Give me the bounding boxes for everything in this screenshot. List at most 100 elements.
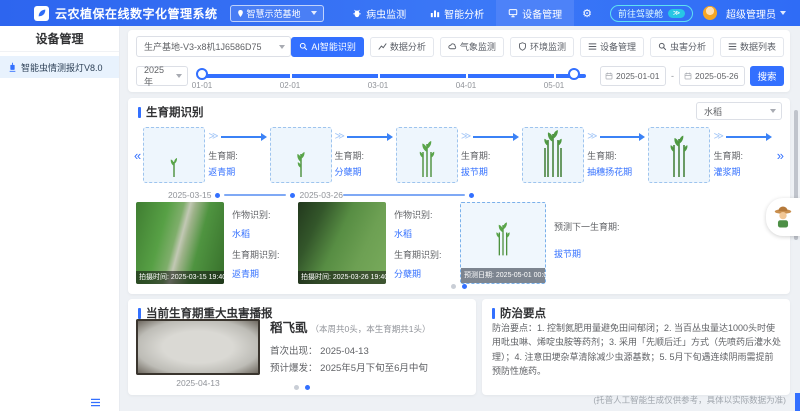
stage-link[interactable]: 分蘖期 <box>335 165 393 178</box>
base-select[interactable]: 智慧示范基地 <box>230 5 324 22</box>
double-chevron-icon: ≫ <box>461 132 471 142</box>
timeline-line <box>224 194 286 196</box>
stage-image-card[interactable] <box>396 127 458 183</box>
env-monitor-button[interactable]: 环境监测 <box>510 37 574 57</box>
weather-monitor-button[interactable]: 气象监测 <box>440 37 504 57</box>
data-analysis-button[interactable]: 数据分析 <box>370 37 434 57</box>
double-chevron-icon: ≫ <box>587 132 597 142</box>
control-section-title: 防治要点 <box>492 305 546 321</box>
capture-photo[interactable]: 拍摄时间: 2025-03-15 19:40 <box>136 202 224 284</box>
range-separator: - <box>671 71 674 81</box>
prediction-stage-link[interactable]: 拔节期 <box>554 247 684 260</box>
stage-image-card[interactable] <box>143 127 205 183</box>
stage-link[interactable]: 返青期 <box>232 267 290 280</box>
nav-item-pest-monitor[interactable]: 病虫监测 <box>340 0 418 26</box>
carousel-prev-icon[interactable]: « <box>132 148 143 163</box>
stage-label: 生育期: <box>587 149 645 162</box>
prediction-info: 预测下一生育期: 拔节期 <box>554 202 684 284</box>
device-select[interactable]: 生产基地-V3-x8机1J6586D75 <box>136 36 291 57</box>
pest-trap-photo[interactable] <box>136 319 260 375</box>
stage-link[interactable]: 灌浆期 <box>713 165 771 178</box>
ai-recognition-button[interactable]: AI智能识别 <box>291 37 364 57</box>
prediction-card[interactable]: 预测日期: 2025-05-01 00:00 <box>460 202 546 284</box>
arrow-icon <box>600 136 641 138</box>
farmer-avatar-icon <box>772 204 794 230</box>
end-date-value: 2025-05-26 <box>695 71 738 81</box>
user-menu[interactable]: 超级管理员 <box>703 6 786 21</box>
cockpit-button[interactable]: 前往驾驶舱 ≫ <box>610 5 693 22</box>
prediction-label: 预测下一生育期: <box>554 220 684 233</box>
chevron-down-icon <box>311 11 317 15</box>
assistant-widget[interactable] <box>766 198 800 236</box>
start-date-input[interactable]: 2025-01-01 <box>600 66 666 86</box>
pest-analysis-button[interactable]: 虫害分析 <box>650 37 714 57</box>
sidebar-title: 设备管理 <box>0 26 119 52</box>
sidebar-item-pest-lamp[interactable]: 智能虫情测报灯V8.0 <box>0 56 119 78</box>
stage-link[interactable]: 拔节期 <box>461 165 519 178</box>
stage-transition: ≫ 生育期: 抽穗扬花期 <box>584 132 648 178</box>
stage-image-card[interactable] <box>522 127 584 183</box>
data-list-button[interactable]: 数据列表 <box>720 37 784 57</box>
calendar-icon <box>684 72 692 80</box>
magnifier-icon <box>299 42 308 51</box>
magnifier-icon <box>658 42 667 51</box>
slider-fill <box>202 74 586 78</box>
list-icon <box>588 42 597 51</box>
arrow-icon <box>347 136 388 138</box>
stage-link[interactable]: 返青期 <box>208 165 266 178</box>
pagination-dot[interactable] <box>294 385 299 390</box>
end-date-input[interactable]: 2025-05-26 <box>679 66 745 86</box>
top-navbar: 云农植保在线数字化管理系统 智慧示范基地 病虫监测 智能分析 设备管理 ⚙ 前往… <box>0 0 800 26</box>
year-select-value: 2025年 <box>144 65 171 88</box>
chart-icon <box>430 8 440 18</box>
control-points-card: 防治要点 防治要点：1. 控制氮肥用量避免田间郁闭；2. 当百丛虫量达1000头… <box>482 299 790 395</box>
button-label: 数据列表 <box>740 40 776 53</box>
gear-icon[interactable]: ⚙ <box>574 7 600 20</box>
sidebar: 设备管理 智能虫情测报灯V8.0 <box>0 26 120 411</box>
stage-transition: ≫ 生育期: 灌浆期 <box>710 132 774 178</box>
user-name: 超级管理员 <box>726 6 776 21</box>
control-text: 防治要点：1. 控制氮肥用量避免田间郁闭；2. 当百丛虫量达1000头时使用吡虫… <box>492 321 782 379</box>
search-button[interactable]: 搜索 <box>750 66 784 86</box>
carousel-next-icon[interactable]: » <box>775 148 786 163</box>
arrow-icon <box>221 136 262 138</box>
plant-stage-image <box>292 146 310 178</box>
stage-label: 生育期: <box>713 149 771 162</box>
capture-photo[interactable]: 拍摄时间: 2025-03-26 19:40 <box>298 202 386 284</box>
stage-image-card[interactable] <box>270 127 332 183</box>
crop-link[interactable]: 水稻 <box>232 227 290 240</box>
cockpit-toggle[interactable]: ≫ <box>668 9 685 18</box>
pagination-dot-active[interactable] <box>305 385 310 390</box>
calendar-icon <box>605 72 613 80</box>
lamp-device-icon <box>8 62 17 72</box>
slider-handle-end[interactable] <box>568 68 580 80</box>
shield-icon <box>518 42 527 51</box>
pagination-dot-active[interactable] <box>462 284 467 289</box>
stage-link[interactable]: 分蘖期 <box>394 267 452 280</box>
avatar <box>703 6 717 20</box>
sidebar-collapse-icon[interactable] <box>90 398 101 407</box>
outbreak-label: 预计爆发： <box>270 363 318 374</box>
pest-broadcast-card: 当前生育期重大虫害播报 2025-04-13 稻飞虱 （本周共0头，本生育期共1… <box>128 299 476 395</box>
capture-date: 2025-03-15 <box>168 190 211 200</box>
device-icon <box>508 8 518 18</box>
slider-handle-start[interactable] <box>196 68 208 80</box>
nav-item-analysis[interactable]: 智能分析 <box>418 0 496 26</box>
device-manage-button[interactable]: 设备管理 <box>580 37 644 57</box>
growth-section-title: 生育期识别 <box>138 104 204 120</box>
year-select[interactable]: 2025年 <box>136 66 188 86</box>
stage-link[interactable]: 抽穗扬花期 <box>587 165 645 178</box>
timeline-line <box>343 194 465 196</box>
crop-link[interactable]: 水稻 <box>394 227 452 240</box>
stage-transition: ≫ 生育期: 拔节期 <box>458 132 522 178</box>
stage-image-card[interactable] <box>648 127 710 183</box>
nav-item-device[interactable]: 设备管理 <box>496 0 574 26</box>
pagination-dot[interactable] <box>451 284 456 289</box>
crop-select[interactable]: 水稻 <box>696 102 782 120</box>
nav-item-label: 智能分析 <box>444 6 484 21</box>
date-range-slider[interactable]: 01-01 02-01 03-01 04-01 05-01 <box>196 64 592 88</box>
button-label: 设备管理 <box>600 40 636 53</box>
timeline-dot <box>290 193 295 198</box>
start-date-value: 2025-01-01 <box>616 71 659 81</box>
stage-rec-label: 生育期识别: <box>232 248 290 261</box>
